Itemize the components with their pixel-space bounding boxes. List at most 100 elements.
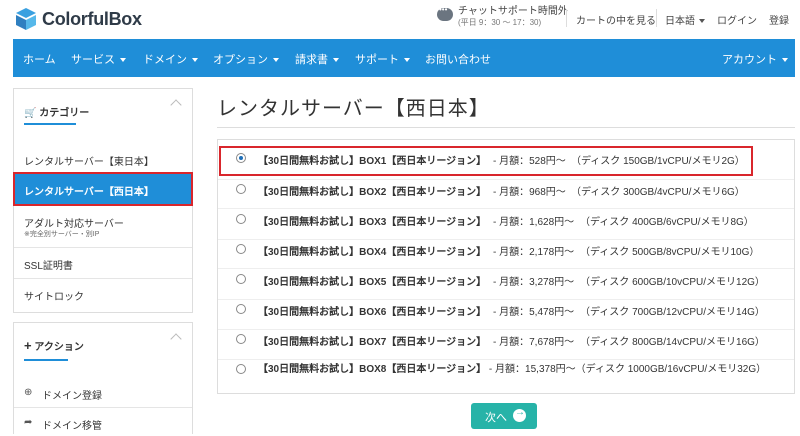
option-box4[interactable]: 【30日間無料お試し】BOX4【西日本リージョン】 - 月額：2,178円～ （… (218, 240, 794, 270)
globe-icon: ⊕ (24, 387, 33, 398)
sidebar-item-label: サイトロック (24, 292, 84, 303)
option-spec: （ディスク 400GB/6vCPU/メモリ8G） (580, 217, 754, 228)
radio-button[interactable] (236, 364, 246, 374)
option-spec: （ディスク 300GB/4vCPU/メモリ6G） (571, 187, 745, 198)
sidebar-item-sitelock[interactable]: サイトロック (14, 279, 192, 309)
radio-button[interactable] (236, 274, 246, 284)
nav-support-label: サポート (355, 54, 399, 66)
nav-account[interactable]: アカウント (722, 51, 788, 67)
highlight-box (13, 172, 193, 206)
option-price: - 月額：7,678円～ (493, 337, 575, 348)
option-price: - 月額：5,478円～ (493, 307, 575, 318)
nav-domains-label: ドメイン (143, 54, 187, 66)
next-button-label: 次へ (485, 412, 507, 424)
option-name: 【30日間無料お試し】BOX7【西日本リージョン】 (258, 337, 487, 348)
nav-options-label: オプション (213, 54, 268, 66)
chevron-down-icon (782, 58, 788, 63)
option-box5[interactable]: 【30日間無料お試し】BOX5【西日本リージョン】 - 月額：3,278円～ （… (218, 269, 794, 299)
radio-button[interactable] (236, 244, 246, 254)
radio-button[interactable] (236, 184, 246, 194)
option-name: 【30日間無料お試し】BOX5【西日本リージョン】 (258, 277, 487, 288)
chat-hours: (平日 9：30 ～ 17：30) (458, 18, 542, 27)
register-link[interactable]: 登録 (769, 12, 789, 27)
cart-link[interactable]: カートの中を見る (576, 12, 656, 27)
option-spec: （ディスク 800GB/14vCPU/メモリ16G） (580, 337, 765, 348)
option-box8[interactable]: 【30日間無料お試し】BOX8【西日本リージョン】 - 月額：15,378円～（… (218, 360, 794, 394)
cart-icon: 🛒 (24, 108, 37, 119)
sidebar-item-sub: ※完全別サーバー・別IP (24, 231, 100, 238)
logo-cube-icon (16, 8, 36, 30)
action-label: ドメイン移管 (42, 421, 102, 432)
chat-support-status[interactable]: チャットサポート時間外 (平日 9：30 ～ 17：30) (437, 5, 568, 28)
sidebar-item-label: SSL証明書 (24, 261, 73, 272)
sidebar-item-adult[interactable]: アダルト対応サーバー ※完全別サーバー・別IP (14, 205, 192, 247)
action-panel-header[interactable]: + アクション (14, 323, 192, 371)
chevron-down-icon (699, 19, 705, 24)
title-underline (24, 359, 68, 361)
top-header: ColorfulBox チャットサポート時間外 (平日 9：30 ～ 17：30… (0, 0, 800, 38)
chevron-down-icon (273, 58, 279, 63)
nav-home[interactable]: ホーム (23, 51, 56, 67)
nav-domains[interactable]: ドメイン (143, 51, 198, 67)
option-spec: （ディスク 500GB/8vCPU/メモリ10G） (580, 247, 760, 258)
chevron-down-icon (192, 58, 198, 63)
nav-contact[interactable]: お問い合わせ (425, 51, 491, 67)
nav-services[interactable]: サービス (71, 51, 126, 67)
option-price: - 月額：968円～ (493, 187, 566, 198)
action-transfer-domain[interactable]: ➦ ドメイン移管 (14, 408, 192, 436)
radio-button[interactable] (236, 304, 246, 314)
divider (566, 9, 567, 27)
language-selector[interactable]: 日本語 (665, 12, 705, 27)
divider (656, 9, 657, 27)
option-name: 【30日間無料お試し】BOX4【西日本リージョン】 (258, 247, 487, 258)
option-name: 【30日間無料お試し】BOX8【西日本リージョン】 (258, 364, 487, 375)
brand-name: ColorfulBox (42, 8, 142, 29)
option-price: - 月額：1,628円～ (493, 217, 575, 228)
sidebar-item-label: アダルト対応サーバー (24, 219, 124, 230)
main-nav: ホーム サービス ドメイン オプション 請求書 サポート お問い合わせ アカウン… (13, 39, 795, 77)
highlight-box (219, 146, 753, 176)
option-text: 【30日間無料お試し】BOX8【西日本リージョン】 - 月額：15,378円～（… (258, 362, 778, 377)
login-link[interactable]: ログイン (717, 12, 757, 27)
share-icon: ➦ (24, 417, 33, 428)
sidebar-item-east[interactable]: レンタルサーバー【東日本】 (14, 143, 192, 173)
page-title: レンタルサーバー【西日本】 (217, 98, 490, 120)
radio-button[interactable] (236, 214, 246, 224)
option-box3[interactable]: 【30日間無料お試し】BOX3【西日本リージョン】 - 月額：1,628円～ （… (218, 209, 794, 239)
next-button[interactable]: 次へ (471, 403, 537, 429)
option-price: - 月額：2,178円～ (493, 247, 575, 258)
sidebar-item-label: レンタルサーバー【東日本】 (24, 157, 154, 168)
option-box2[interactable]: 【30日間無料お試し】BOX2【西日本リージョン】 - 月額：968円～ （ディ… (218, 180, 794, 211)
nav-billing[interactable]: 請求書 (295, 51, 339, 67)
chevron-down-icon (404, 58, 410, 63)
nav-support[interactable]: サポート (355, 51, 410, 67)
action-title: + アクション (24, 338, 84, 353)
logo[interactable]: ColorfulBox (14, 7, 142, 31)
option-spec: （ディスク 600GB/10vCPU/メモリ12G） (580, 277, 765, 288)
action-register-domain[interactable]: ⊕ ドメイン登録 (14, 379, 192, 407)
category-title-label: カテゴリー (39, 108, 90, 119)
option-name: 【30日間無料お試し】BOX6【西日本リージョン】 (258, 307, 487, 318)
option-name: 【30日間無料お試し】BOX2【西日本リージョン】 (258, 187, 487, 198)
category-title: 🛒 カテゴリー (24, 104, 89, 119)
chevron-up-icon[interactable] (170, 99, 182, 111)
language-label: 日本語 (665, 16, 695, 27)
option-box6[interactable]: 【30日間無料お試し】BOX6【西日本リージョン】 - 月額：5,478円～ （… (218, 300, 794, 330)
chevron-down-icon (120, 58, 126, 63)
option-spec: （ディスク 1000GB/16vCPU/メモリ32G） (575, 364, 767, 375)
sidebar-item-ssl[interactable]: SSL証明書 (14, 248, 192, 278)
option-name: 【30日間無料お試し】BOX3【西日本リージョン】 (258, 217, 487, 228)
option-spec: （ディスク 700GB/12vCPU/メモリ14G） (580, 307, 765, 318)
chevron-down-icon (333, 58, 339, 63)
option-box7[interactable]: 【30日間無料お試し】BOX7【西日本リージョン】 - 月額：7,678円～ （… (218, 330, 794, 360)
option-price: - 月額：15,378円～ (486, 364, 576, 375)
chat-icon (437, 5, 453, 21)
category-panel-header[interactable]: 🛒 カテゴリー (14, 89, 192, 137)
chevron-up-icon[interactable] (170, 333, 182, 345)
radio-button[interactable] (236, 334, 246, 344)
title-rule (217, 127, 795, 128)
nav-billing-label: 請求書 (295, 54, 328, 66)
nav-account-label: アカウント (722, 54, 777, 66)
arrow-right-circle-icon (513, 407, 526, 422)
nav-options[interactable]: オプション (213, 51, 279, 67)
